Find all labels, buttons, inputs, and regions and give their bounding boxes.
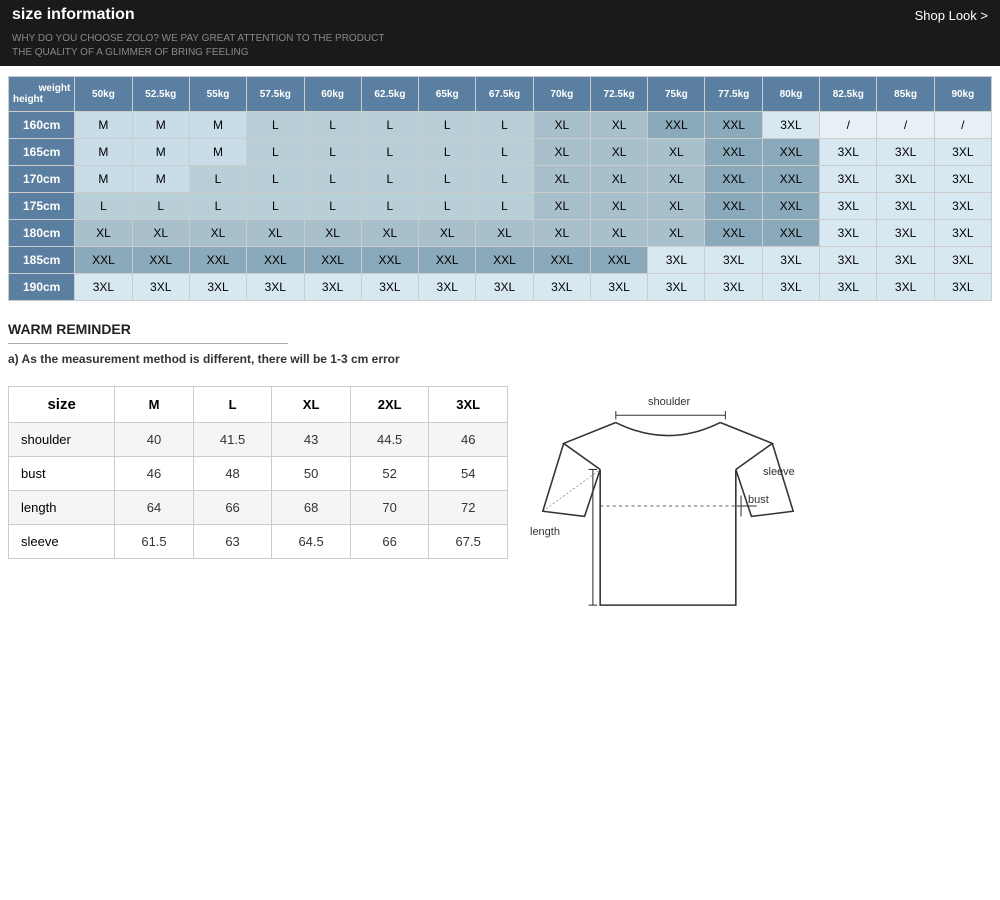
size-cell: 48 (193, 457, 272, 491)
subtitle-line1: WHY DO YOU CHOOSE ZOLO? WE PAY GREAT ATT… (12, 32, 988, 46)
size-cell: 66 (350, 525, 429, 559)
size-cell: 61.5 (115, 525, 194, 559)
length-label: length (530, 526, 560, 538)
size-table-row: shoulder4041.54344.546 (9, 423, 508, 457)
bottom-section: sizeMLXL2XL3XL shoulder4041.54344.546bus… (8, 386, 992, 626)
size-cell: 67.5 (429, 525, 508, 559)
size-cell: 66 (193, 491, 272, 525)
size-col-L: L (193, 387, 272, 423)
size-cell: 40 (115, 423, 194, 457)
size-cell: 72 (429, 491, 508, 525)
garment-svg (528, 386, 808, 626)
table-row: 180cmXLXLXLXLXLXLXLXLXLXLXLXXLXXL3XL3XL3… (9, 220, 992, 247)
size-row-label: length (9, 491, 115, 525)
table-row: 175cmLLLLLLLLXLXLXLXXLXXL3XL3XL3XL (9, 193, 992, 220)
size-cell: 43 (272, 423, 351, 457)
size-col-3XL: 3XL (429, 387, 508, 423)
size-cell: 46 (429, 423, 508, 457)
size-table-header-row: sizeMLXL2XL3XL (9, 387, 508, 423)
table-row: 160cmMMMLLLLLXLXLXXLXXL3XL/// (9, 112, 992, 139)
warm-reminder-title: WARM REMINDER (8, 321, 288, 344)
size-table-row: bust4648505254 (9, 457, 508, 491)
size-cell: 70 (350, 491, 429, 525)
size-cell: 63 (193, 525, 272, 559)
size-cell: 50 (272, 457, 351, 491)
size-cell: 46 (115, 457, 194, 491)
sleeve-label: sleeve (763, 466, 795, 478)
size-row-label: shoulder (9, 423, 115, 457)
table-row: 170cmMMLLLLLLXLXLXLXXLXXL3XL3XL3XL (9, 166, 992, 193)
size-col-M: M (115, 387, 194, 423)
subtitle: WHY DO YOU CHOOSE ZOLO? WE PAY GREAT ATT… (0, 30, 1000, 66)
table-header-row: weight height 50kg52.5kg55kg57.5kg60kg62… (9, 77, 992, 112)
size-cell: 64 (115, 491, 194, 525)
size-cell: 52 (350, 457, 429, 491)
size-row-label: sleeve (9, 525, 115, 559)
size-measurements-table: sizeMLXL2XL3XL shoulder4041.54344.546bus… (8, 386, 508, 559)
table-row: 190cm3XL3XL3XL3XL3XL3XL3XL3XL3XL3XL3XL3X… (9, 274, 992, 301)
weight-height-header: weight height (9, 77, 75, 112)
garment-diagram: shoulder bust length sleeve (528, 386, 808, 626)
main-content: weight height 50kg52.5kg55kg57.5kg60kg62… (0, 66, 1000, 636)
size-col-header: size (9, 387, 115, 423)
size-col-XL: XL (272, 387, 351, 423)
table-row: 165cmMMMLLLLLXLXLXLXXLXXL3XL3XL3XL (9, 139, 992, 166)
size-cell: 41.5 (193, 423, 272, 457)
size-col-2XL: 2XL (350, 387, 429, 423)
size-cell: 44.5 (350, 423, 429, 457)
header: size information Shop Look > (0, 0, 1000, 30)
size-row-label: bust (9, 457, 115, 491)
size-table-row: length6466687072 (9, 491, 508, 525)
size-cell: 64.5 (272, 525, 351, 559)
page-title: size information (12, 6, 135, 24)
size-table-row: sleeve61.56364.56667.5 (9, 525, 508, 559)
weight-height-table: weight height 50kg52.5kg55kg57.5kg60kg62… (8, 76, 992, 301)
size-cell: 54 (429, 457, 508, 491)
size-cell: 68 (272, 491, 351, 525)
shoulder-label: shoulder (648, 396, 690, 408)
shop-look-link[interactable]: Shop Look > (915, 8, 988, 23)
table-row: 185cmXXLXXLXXLXXLXXLXXLXXLXXLXXLXXL3XL3X… (9, 247, 992, 274)
bust-label: bust (748, 494, 769, 506)
weight-height-table-wrap: weight height 50kg52.5kg55kg57.5kg60kg62… (8, 76, 992, 301)
reminder-item-1: a) As the measurement method is differen… (8, 352, 992, 366)
subtitle-line2: THE QUALITY OF A GLIMMER OF BRING FEELIN… (12, 46, 988, 60)
